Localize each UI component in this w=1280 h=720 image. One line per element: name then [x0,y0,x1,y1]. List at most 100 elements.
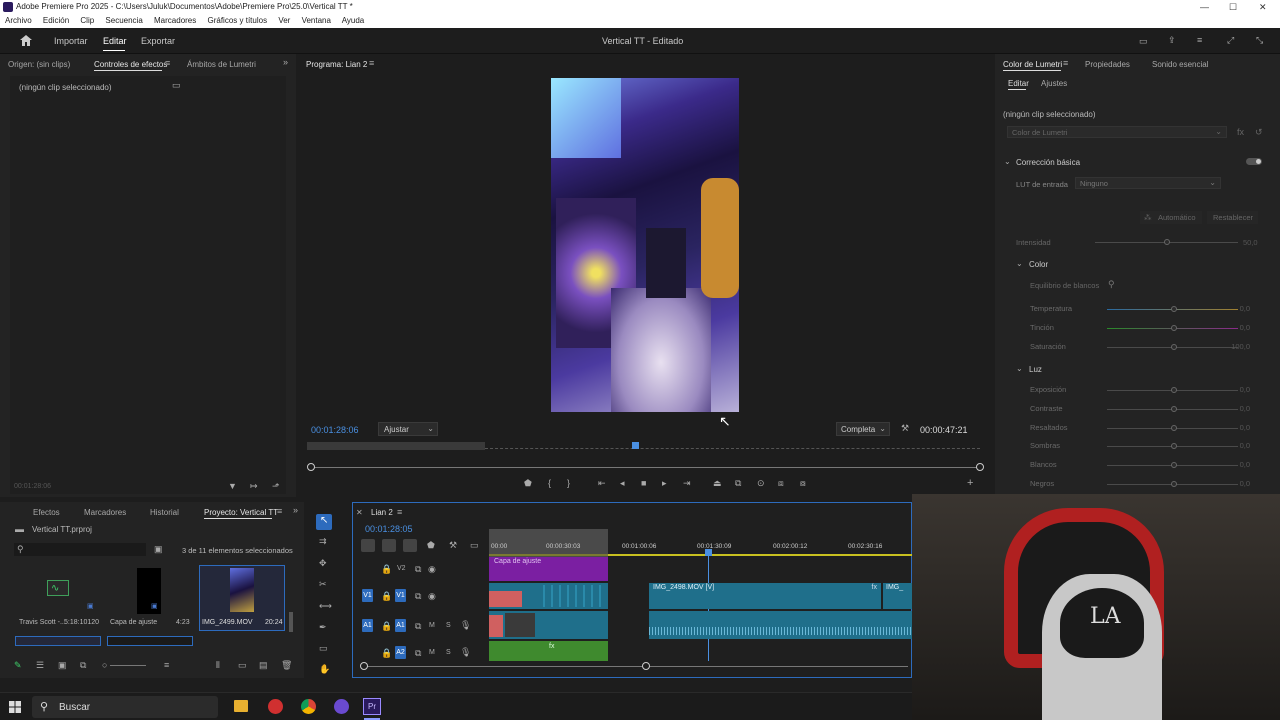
menu-lines-icon[interactable]: ≡ [1197,36,1202,45]
menu-secuencia[interactable]: Secuencia [105,16,142,25]
selection-tool-icon[interactable]: ↖ [316,514,332,530]
menu-marcadores[interactable]: Marcadores [154,16,196,25]
tint-slider[interactable]: Tinción 0,0 [1030,323,1260,333]
mic-icon[interactable]: 🎙 [460,621,471,630]
collapse-chevron-icon[interactable]: ⌄ [1016,365,1023,373]
premiere-taskbar-icon[interactable]: Pr [363,698,381,715]
export-tab[interactable]: Exportar [141,36,175,46]
slip-icon[interactable]: ⟷ [319,602,332,611]
menu-edicion[interactable]: Edición [43,16,69,25]
tab-project[interactable]: Proyecto: Vertical TT [204,508,278,517]
stop-icon[interactable]: ■ [641,479,646,488]
sort-icon[interactable]: ≡ [164,661,169,670]
collapse-chevron-icon[interactable]: ⌄ [1016,260,1023,268]
solo-button[interactable]: S [446,622,451,629]
filter-icon[interactable]: ▼ [228,482,237,491]
thumb-adjustment[interactable]: ▣ [107,566,191,616]
captions-icon[interactable]: ▭ [470,541,479,550]
menu-graficos[interactable]: Gráficos y títulos [208,16,268,25]
messenger-icon[interactable] [334,699,349,714]
toggle-view-icon[interactable]: ▭ [172,81,181,90]
add-button-icon[interactable]: + [967,478,973,489]
camera-icon[interactable]: ⊙ [757,479,765,488]
panel-more-icon[interactable]: » [293,506,298,515]
settings-wrench-icon[interactable]: ⚒ [901,424,909,433]
solo-button[interactable]: S [446,649,451,656]
sub-tab-edit[interactable]: Editar [1008,79,1029,88]
thumb-travis[interactable]: ∿ ▣ [15,566,99,616]
find-icon[interactable]: ▭ [238,661,247,670]
menu-ver[interactable]: Ver [278,16,290,25]
tab-lumetri-scopes[interactable]: Ámbitos de Lumetri [187,60,256,69]
nest-icon[interactable] [361,539,375,552]
whites-slider[interactable]: Blancos 0,0 [1030,460,1260,470]
eyedropper-icon[interactable]: ⚲ [1108,280,1115,289]
tab-lumetri-color[interactable]: Color de Lumetri [1003,60,1062,69]
razor-icon[interactable]: ✂ [319,580,327,589]
step-back-icon[interactable]: ◂ [620,479,625,488]
auto-button[interactable]: ⁂ Automático [1140,211,1202,224]
file-explorer-icon[interactable] [234,700,248,712]
blacks-slider[interactable]: Negros 0,0 [1030,479,1260,489]
eye-icon[interactable]: ◉ [428,592,436,601]
saturation-slider[interactable]: Saturación 100,0 [1030,342,1260,352]
scrollbar[interactable] [289,612,293,632]
lift-icon[interactable]: ⏏ [713,479,722,488]
track-a2-label[interactable]: A2 [395,646,406,659]
edit-tab[interactable]: Editar [103,36,127,46]
highlights-slider[interactable]: Resaltados 0,0 [1030,423,1260,433]
temperature-slider[interactable]: Temperatura 0,0 [1030,304,1260,314]
automate-icon[interactable]: ⫴ [216,661,220,670]
light-heading[interactable]: Luz [1029,365,1042,374]
menu-clip[interactable]: Clip [80,16,94,25]
lut-dropdown[interactable]: Ninguno ⌄ [1075,177,1221,189]
snap-icon[interactable] [382,539,396,552]
toggle-sync-icon[interactable]: ⧉ [415,565,421,574]
new-bin-icon[interactable]: ▣ [154,545,163,554]
lock-icon[interactable]: 🔒 [381,592,392,601]
close-tab-icon[interactable]: ✕ [356,509,363,517]
menu-ayuda[interactable]: Ayuda [342,16,365,25]
lumetri-effect-dropdown[interactable]: Color de Lumetri ⌄ [1007,126,1227,138]
playhead-handle[interactable] [705,549,712,556]
lock-icon[interactable]: 🔒 [381,565,392,574]
icon-view-icon[interactable]: ▣ [58,661,67,670]
track-select-icon[interactable]: ⇉ [319,537,327,546]
lock-icon[interactable]: 🔒 [381,622,392,631]
chrome-icon[interactable] [301,699,316,714]
trash-icon[interactable]: 🗑 [281,661,292,670]
hand-icon[interactable]: ✋ [319,665,330,674]
mark-out-icon[interactable]: } [567,479,570,488]
reset-icon[interactable]: ↺ [1255,128,1263,137]
pencil-icon[interactable]: ✎ [14,661,22,670]
linked-selection-icon[interactable] [403,539,417,552]
program-menu-icon[interactable]: ≡ [369,59,374,68]
toggle-sync-icon[interactable]: ⧉ [415,592,421,601]
reset-button[interactable]: Restablecer [1207,211,1258,224]
freeform-view-icon[interactable]: ⧉ [80,661,86,670]
project-search-input[interactable]: ⚲ [14,543,146,556]
video-clips-group-1[interactable] [489,583,608,609]
collapse-chevron-icon[interactable]: ⌄ [1004,158,1011,166]
close-icon[interactable]: ✕ [1259,0,1267,14]
source-a1-patch[interactable]: A1 [362,619,373,632]
menu-archivo[interactable]: Archivo [5,16,32,25]
mute-button[interactable]: M [429,649,435,656]
menu-ventana[interactable]: Ventana [302,16,331,25]
extract-icon[interactable]: ⧉ [735,479,741,488]
shadows-slider[interactable]: Sombras 0,0 [1030,441,1260,451]
zoom-bar[interactable] [310,467,980,468]
basic-correction-heading[interactable]: Corrección básica [1016,158,1080,167]
source-v1-patch[interactable]: V1 [362,589,373,602]
toggle-sync-icon[interactable]: ⧉ [415,649,421,658]
playhead-marker[interactable] [632,442,639,449]
panel-layout-icon[interactable]: ▭ [1139,37,1148,46]
add-marker-icon[interactable]: ⬟ [524,479,532,488]
compare-icon[interactable]: ⧈ [778,479,784,488]
toggle-sync-icon[interactable]: ⧉ [415,622,421,631]
fx-icon[interactable]: fx [1237,128,1244,137]
panel-more-icon[interactable]: » [283,58,288,67]
zoom-slider-knob[interactable]: ○ [102,661,107,670]
marker-icon[interactable]: ⬟ [427,541,435,550]
tab-effect-controls[interactable]: Controles de efectos [94,60,167,69]
